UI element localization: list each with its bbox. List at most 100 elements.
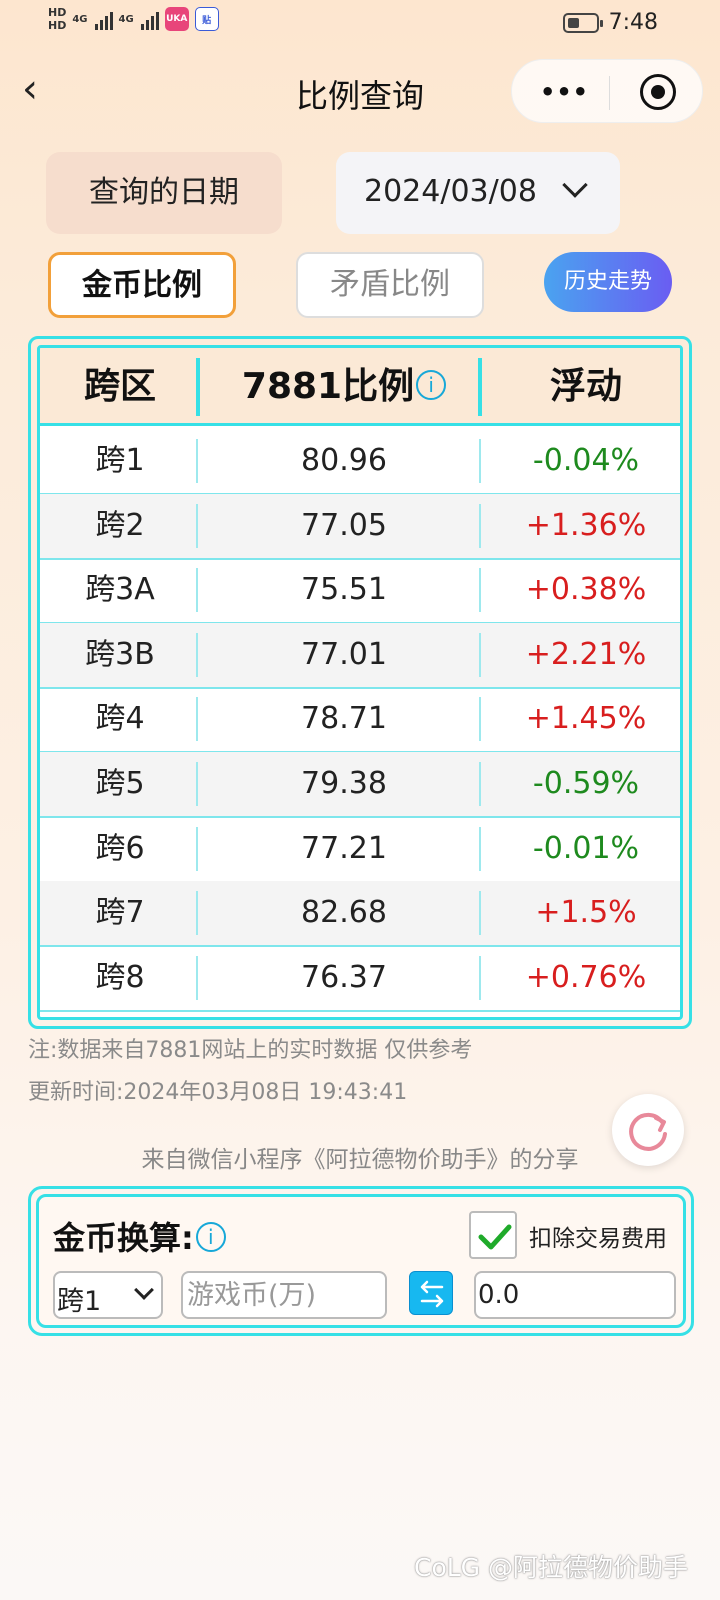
history-trend-button[interactable]: 历史走势	[544, 252, 672, 312]
cell-divider	[479, 891, 481, 936]
header-change: 浮动	[549, 366, 622, 407]
change-cell: -0.59%	[532, 766, 640, 801]
ratio-table: 跨区 7881比例 i 浮动 跨1 80.96 -0.04% 跨2 77.05 +1.36%…	[37, 345, 683, 1020]
swap-arrows-icon	[420, 1280, 444, 1308]
change-cell: +2.21%	[525, 636, 647, 672]
cell-divider	[196, 439, 198, 483]
chevron-down-icon	[134, 1280, 154, 1300]
table-row: 跨1 80.96 -0.04%	[40, 429, 680, 495]
table-row: 跨5 79.38 -0.59%	[40, 752, 680, 818]
zone-cell: 跨7	[95, 895, 145, 931]
table-header: 跨区 7881比例 i 浮动	[40, 348, 680, 426]
header-divider	[478, 358, 482, 416]
nav-bar: ‹ 比例查询 •••	[0, 55, 720, 131]
header-zone: 跨区	[83, 366, 156, 407]
converter-frame: 金币换算: i 扣除交易费用 跨1	[28, 1186, 694, 1336]
change-cell: -0.04%	[532, 443, 640, 478]
cell-divider	[196, 762, 198, 806]
fee-checkbox[interactable]	[469, 1211, 517, 1259]
cell-divider	[196, 955, 198, 1000]
table-row: 跨4 78.71 +1.45%	[40, 687, 680, 754]
change-cell: +1.5%	[535, 895, 637, 931]
date-value: 2024/03/08	[364, 174, 537, 209]
more-options-icon[interactable]: •••	[540, 80, 589, 104]
server-select-value: 跨1	[57, 1286, 102, 1317]
rmb-result-field[interactable]	[474, 1271, 676, 1319]
close-target-icon[interactable]	[640, 74, 676, 110]
ratio-cell: 82.68	[301, 895, 387, 931]
status-right: 7:48	[562, 10, 658, 35]
chevron-down-icon	[562, 172, 588, 198]
hd-indicators: HD HD	[48, 6, 66, 32]
tieba-notification-icon: 贴	[194, 7, 219, 31]
ratio-table-frame: 跨区 7881比例 i 浮动 跨1 80.96 -0.04% 跨2 77.05 +1.36%…	[28, 336, 692, 1029]
gold-converter: 金币换算: i 扣除交易费用 跨1	[36, 1194, 686, 1328]
converter-title-row: 金币换算: i	[53, 1213, 226, 1259]
converter-title: 金币换算:	[53, 1219, 194, 1257]
change-cell: +0.38%	[525, 572, 647, 608]
cell-divider	[196, 503, 198, 548]
change-cell: +0.76%	[525, 959, 647, 995]
table-row: 跨6 77.21 -0.01%	[40, 817, 680, 883]
cell-divider	[479, 568, 481, 613]
update-time-note: 更新时间:2024年03月08日 19:43:41	[28, 1080, 408, 1105]
network-type-1: 4G	[72, 13, 88, 25]
capsule-divider	[609, 76, 610, 110]
change-cell: +1.36%	[525, 507, 647, 543]
zone-cell: 跨1	[95, 443, 145, 478]
zone-cell: 跨6	[95, 830, 145, 866]
app-notification-icon: UKA	[164, 7, 189, 31]
zone-cell: 跨8	[95, 959, 145, 995]
server-select[interactable]: 跨1	[53, 1271, 163, 1319]
zone-cell: 跨3B	[85, 636, 155, 672]
date-label: 查询的日期	[46, 152, 282, 234]
tab-gold-ratio[interactable]: 金币比例	[48, 252, 236, 318]
header-ratio: 7881比例	[241, 366, 415, 407]
table-row: 跨2 77.05 +1.36%	[40, 493, 680, 560]
status-bar: HD HD 4G 4G UKA 贴 7:48	[0, 0, 720, 48]
clock: 7:48	[608, 10, 658, 35]
checkmark-icon	[478, 1224, 512, 1250]
cell-divider	[479, 826, 481, 871]
change-cell: +1.45%	[525, 701, 647, 737]
header-ratio-cell: 7881比例 i	[200, 348, 488, 426]
info-icon[interactable]: i	[416, 370, 447, 400]
ratio-cell: 78.71	[301, 701, 387, 737]
table-row: 跨3A 75.51 +0.38%	[40, 558, 680, 625]
battery-icon	[562, 12, 603, 33]
zone-cell: 跨2	[95, 507, 145, 543]
zone-cell: 跨3A	[85, 572, 155, 608]
info-icon[interactable]: i	[195, 1222, 226, 1252]
ratio-cell: 79.38	[301, 766, 387, 801]
refresh-button[interactable]	[612, 1094, 684, 1166]
ratio-cell: 76.37	[301, 959, 387, 995]
ratio-cell: 75.51	[301, 572, 387, 608]
signal-icon	[94, 8, 113, 30]
watermark: CoLG @阿拉德物价助手	[414, 1553, 688, 1582]
cell-divider	[479, 955, 481, 1000]
cell-divider	[196, 697, 198, 742]
swap-button[interactable]	[409, 1271, 453, 1315]
cell-divider	[479, 762, 481, 806]
signal-icon-2	[140, 8, 159, 30]
zone-cell: 跨4	[95, 701, 145, 737]
table-row: 跨8 76.37 +0.76%	[40, 946, 680, 1012]
table-row: 跨7 82.68 +1.5%	[40, 881, 680, 948]
cell-divider	[196, 632, 198, 677]
cell-divider	[479, 632, 481, 677]
ratio-cell: 77.21	[301, 830, 387, 866]
status-left: HD HD 4G 4G UKA 贴	[48, 6, 219, 32]
network-type-2: 4G	[118, 13, 134, 25]
tab-shield-ratio[interactable]: 矛盾比例	[296, 252, 484, 318]
mini-program-capsule: •••	[511, 59, 703, 123]
date-picker[interactable]: 2024/03/08	[336, 152, 620, 234]
hd-label-1: HD	[48, 6, 67, 19]
cell-divider	[196, 826, 198, 871]
ratio-cell: 80.96	[301, 443, 387, 478]
cell-divider	[479, 503, 481, 548]
cell-divider	[479, 439, 481, 483]
zone-cell: 跨5	[95, 766, 145, 801]
cell-divider	[196, 568, 198, 613]
fee-checkbox-label: 扣除交易费用	[529, 1226, 667, 1252]
game-coin-input[interactable]	[181, 1271, 387, 1319]
